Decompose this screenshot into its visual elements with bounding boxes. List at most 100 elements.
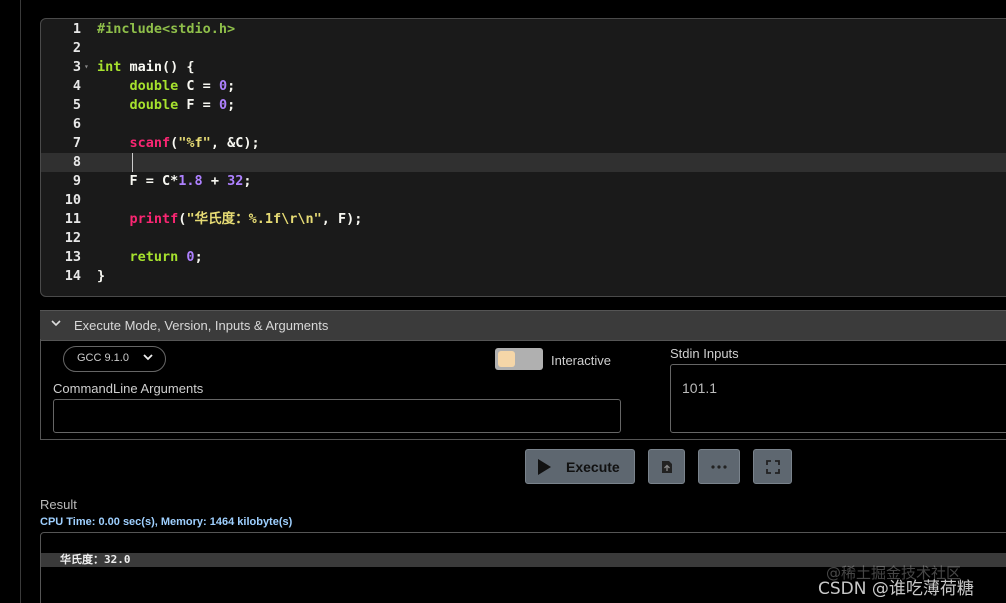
result-label: Result	[40, 497, 77, 512]
code-token: ;	[243, 173, 252, 189]
compiler-version-value: GCC 9.1.0	[77, 352, 129, 364]
exec-options-header[interactable]: Execute Mode, Version, Inputs & Argument…	[40, 310, 1006, 341]
code-text: scanf("%f", &C);	[97, 134, 260, 153]
code-token: ;	[194, 249, 203, 265]
code-token: 0	[218, 97, 228, 113]
online-compiler-page: 1 #include<stdio.h> 2 3 ▾ int main() {4 doubl…	[0, 0, 1006, 603]
code-token: ;	[227, 78, 236, 94]
line-number: 12	[64, 230, 81, 246]
code-text: printf("华氏度：%.1f\r\n", F);	[97, 210, 363, 229]
code-token: return	[129, 249, 187, 265]
more-options-button[interactable]	[698, 449, 740, 484]
exec-options-title: Execute Mode, Version, Inputs & Argument…	[74, 318, 329, 333]
line-number: 9	[72, 173, 81, 189]
code-token: F = C*	[129, 173, 179, 189]
code-token: double	[129, 97, 187, 113]
cpu-memory-stats: CPU Time: 0.00 sec(s), Memory: 1464 kilo…	[40, 516, 293, 528]
code-editor[interactable]: 1 #include<stdio.h> 2 3 ▾ int main() {4 doubl…	[40, 18, 1006, 297]
code-token: C =	[186, 78, 219, 94]
code-text: #include<stdio.h>	[97, 20, 235, 39]
fullscreen-button[interactable]	[753, 449, 792, 484]
code-line[interactable]: 8	[41, 153, 1006, 172]
code-text: int main() {	[97, 58, 195, 77]
line-number: 10	[64, 192, 81, 208]
text-cursor	[132, 153, 133, 172]
stdin-inputs-textarea[interactable]: 101.1	[670, 364, 1006, 433]
code-line[interactable]: 10	[41, 191, 1006, 210]
play-icon	[538, 459, 551, 475]
code-token: "%f"	[178, 135, 211, 151]
upload-button[interactable]	[648, 449, 685, 484]
code-line[interactable]: 6	[41, 115, 1006, 134]
code-token: #include<stdio.h>	[97, 21, 236, 37]
code-text: double F = 0;	[97, 96, 236, 115]
compiler-version-select[interactable]: GCC 9.1.0	[63, 346, 166, 372]
fold-arrow-icon[interactable]: ▾	[84, 58, 89, 75]
code-line[interactable]: 3 ▾ int main() {	[41, 58, 1006, 77]
line-number: 11	[64, 211, 81, 227]
code-token: +	[202, 173, 228, 189]
code-token: "华氏度：%.1f\r\n"	[186, 211, 322, 227]
code-token: 1.8	[178, 173, 203, 189]
code-text: return 0;	[97, 248, 203, 267]
code-line[interactable]: 5 double F = 0;	[41, 96, 1006, 115]
code-line[interactable]: 13 return 0;	[41, 248, 1006, 267]
line-number: 8	[72, 154, 81, 170]
fullscreen-icon	[765, 459, 780, 474]
line-number: 6	[72, 116, 81, 132]
code-token: ;	[227, 97, 236, 113]
line-number: 4	[72, 78, 81, 94]
toggle-knob	[498, 351, 515, 367]
execute-button-label: Execute	[566, 459, 620, 475]
code-line[interactable]: 9 F = C*1.8 + 32;	[41, 172, 1006, 191]
code-text: }	[97, 267, 105, 286]
code-token: double	[129, 78, 187, 94]
line-number: 3	[72, 59, 81, 75]
code-token: main() {	[129, 59, 195, 75]
code-token: printf	[129, 211, 179, 227]
line-number: 2	[72, 40, 81, 56]
upload-icon	[661, 460, 672, 473]
code-token: 0	[218, 78, 228, 94]
chevron-down-icon	[142, 351, 154, 366]
code-line[interactable]: 2	[41, 39, 1006, 58]
code-token: F =	[186, 97, 219, 113]
code-token: 0	[186, 249, 195, 265]
code-text: double C = 0;	[97, 77, 236, 96]
chevron-down-icon	[50, 317, 62, 332]
cmdline-args-input[interactable]	[53, 399, 621, 433]
interactive-label: Interactive	[551, 353, 611, 368]
execute-button[interactable]: Execute	[525, 449, 635, 484]
line-number: 7	[72, 135, 81, 151]
code-line[interactable]: 1 #include<stdio.h>	[41, 20, 1006, 39]
watermark-csdn: CSDN @谁吃薄荷糖	[818, 579, 974, 599]
code-line[interactable]: 7 scanf("%f", &C);	[41, 134, 1006, 153]
cmdline-args-label: CommandLine Arguments	[53, 381, 204, 396]
interactive-toggle[interactable]	[495, 348, 543, 370]
code-token: int	[97, 59, 130, 75]
code-token: scanf	[129, 135, 171, 151]
result-output-text: 华氏度：32.0	[60, 553, 131, 566]
code-text: F = C*1.8 + 32;	[97, 172, 252, 191]
code-token: }	[97, 268, 106, 284]
code-token: , &C);	[210, 135, 260, 151]
stdin-value: 101.1	[682, 380, 718, 396]
code-line[interactable]: 11 printf("华氏度：%.1f\r\n", F);	[41, 210, 1006, 229]
code-line[interactable]: 12	[41, 229, 1006, 248]
code-line[interactable]: 14}	[41, 267, 1006, 286]
line-number: 14	[64, 268, 81, 284]
code-token: 32	[227, 173, 244, 189]
stdin-inputs-label: Stdin Inputs	[670, 346, 739, 361]
code-token: , F);	[321, 211, 363, 227]
line-number: 1	[72, 21, 81, 37]
line-number: 13	[64, 249, 81, 265]
code-line[interactable]: 4 double C = 0;	[41, 77, 1006, 96]
more-icon	[711, 464, 727, 469]
line-number: 5	[72, 97, 81, 113]
